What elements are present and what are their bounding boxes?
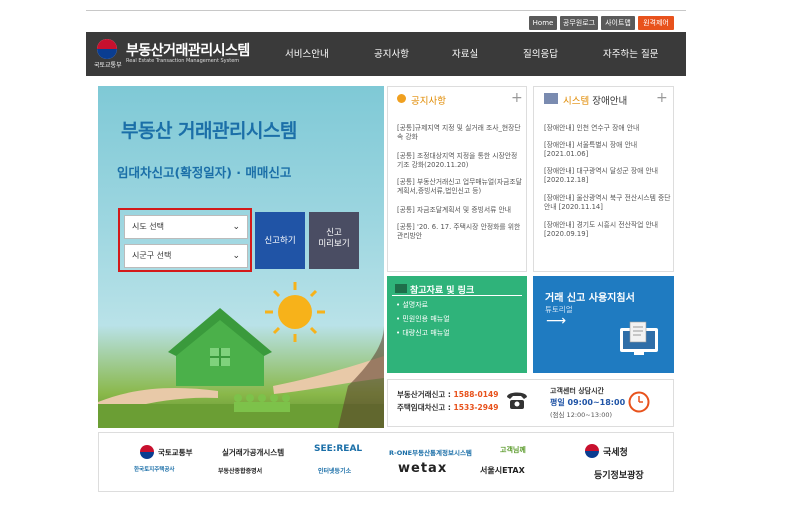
clock-icon [628,391,650,413]
contact-line-2-phone: 1533-2949 [453,403,499,412]
nav-archive[interactable]: 자료실 [452,46,478,60]
home-link[interactable]: Home [529,16,557,30]
system-notice-more-icon[interactable]: + [656,90,668,106]
nts-emblem-icon [585,444,599,458]
chevron-down-icon: ⌄ [232,222,240,232]
reference-link-label: 민원인용 매뉴얼 [402,315,450,323]
ministry-emblem-icon[interactable] [97,39,117,59]
partner-seereal[interactable]: SEE:REAL [314,444,362,454]
contact-line-1-label: 부동산거래신고 : [397,390,451,399]
partner-rone[interactable]: R-ONE부동산통계정보시스템 [389,447,472,457]
reference-link[interactable]: • 민원인용 매뉴얼 [396,314,450,324]
partner-seoul-etax[interactable]: 서울시ETAX [480,465,525,476]
reference-link-label: 설명자료 [402,301,429,309]
notice-item[interactable]: [공통]규제지역 지정 및 실거래 조사_현장단속 강화 [397,124,525,142]
reference-link[interactable]: • 대량신고 매뉴얼 [396,328,450,338]
hero-title: 부동산 거래관리시스템 [121,120,297,142]
telephone-icon [507,392,527,409]
hours-title: 고객센터 상담시간 [550,387,604,395]
notice-item[interactable]: [공통] '20. 6. 17. 주택시장 안정화를 위한 관리방안 [397,223,525,241]
contact-line-1-phone: 1588-0149 [453,390,499,399]
hours-lunch: (점심 12:00~13:00) [550,411,613,419]
notice-more-icon[interactable]: + [511,90,523,106]
remote-control-link[interactable]: 원격제어 [638,16,674,30]
system-notice-item[interactable]: [장애안내] 경기도 시흥시 전산작업 안내 [2020.09.19] [544,221,672,239]
sido-select-label: 시도 선택 [132,222,164,231]
partner-registry-plaza[interactable]: 등기정보광장 [594,468,644,481]
hours-weekday: 평일 09:00~18:00 [550,398,626,407]
top-divider [86,10,686,11]
preview-button-line1: 신고 [326,228,342,238]
sido-select[interactable]: 시도 선택 ⌄ [124,215,248,239]
hero-subtitle: 임대차신고(확정일자) · 매매신고 [117,165,292,180]
site-title[interactable]: 부동산거래관리시스템 [126,40,250,60]
partner-kras[interactable]: 부동산종합증명서 [218,466,262,475]
contact-line-2: 주택임대차신고 : 1533-2949 [397,402,498,413]
partner-wetax[interactable]: wetax [398,461,447,476]
official-login-link[interactable]: 공무원로그인 [560,16,598,41]
partner-molit[interactable]: 국토교통부 [158,447,193,458]
reference-link[interactable]: • 설명자료 [396,300,428,310]
system-notice-item[interactable]: [장애안내] 서울특별시 장애 안내 [2021.01.06] [544,141,672,159]
preview-button[interactable]: 신고 미리보기 [309,212,359,269]
system-notice-item[interactable]: [장애안내] 대구광역시 달성군 장애 안내 [2020.12.18] [544,167,672,185]
sigungu-select-label: 시군구 선택 [132,251,172,260]
partner-rtms[interactable]: 실거래가공개시스템 [222,447,284,458]
book-icon [395,284,407,293]
chevron-down-icon: ⌄ [232,251,240,261]
nav-qna[interactable]: 질의응답 [523,46,558,60]
nav-notices[interactable]: 공지사항 [374,46,409,60]
system-notice-item[interactable]: [장애안내] 울산광역시 북구 전산시스템 중단안내 [2020.11.14] [544,194,672,212]
arrow-right-icon[interactable]: ⟶ [546,313,566,329]
contact-line-1: 부동산거래신고 : 1588-0149 [397,389,498,400]
references-divider [392,295,522,296]
ministry-logo-text: 국토교통부 [94,62,122,69]
notice-title[interactable]: 공지사항 [411,93,446,107]
nav-faq[interactable]: 자주하는 질문 [603,46,658,60]
partner-nts[interactable]: 국세청 [603,445,628,458]
system-notice-title-suffix: 장애안내 [592,96,628,107]
system-notice-item[interactable]: [장애안내] 인천 연수구 장애 안내 [544,124,672,133]
contact-line-2-label: 주택임대차신고 : [397,403,451,412]
partner-iros[interactable]: 인터넷등기소 [318,466,351,475]
sitemap-link[interactable]: 사이트맵 [601,16,635,30]
preview-button-line2: 미리보기 [318,239,350,249]
partner-customer[interactable]: 고객님께 [500,445,526,455]
guide-title[interactable]: 거래 신고 사용지침서 [545,289,635,304]
system-notice-title-prefix: 시스템 [563,96,590,107]
report-button[interactable]: 신고하기 [255,212,305,269]
sigungu-select[interactable]: 시군구 선택 ⌄ [124,244,248,268]
notice-bullet-icon [397,94,406,103]
system-monitor-icon [544,93,558,104]
system-notice-title[interactable]: 시스템 장애안내 [563,93,627,107]
notice-item[interactable]: [공통] 부동산거래신고 업무매뉴얼(자금조달계획서,증빙서류,법인신고 등) [397,178,525,196]
notice-item[interactable]: [공통] 자금조달계획서 및 증빙서류 안내 [397,206,525,215]
reference-link-label: 대량신고 매뉴얼 [402,329,450,337]
notice-item[interactable]: [공통] 조정대상지역 지정을 통한 시장안정 기조 강화(2020.11.20… [397,152,525,170]
partner-links-bar [98,432,674,492]
molit-emblem-icon [140,445,154,459]
site-subtitle: Real Estate Transaction Management Syste… [126,58,240,64]
partner-lh[interactable]: 한국토지주택공사 [134,465,174,473]
computer-document-icon [620,321,658,355]
nav-service-info[interactable]: 서비스안내 [285,46,329,60]
